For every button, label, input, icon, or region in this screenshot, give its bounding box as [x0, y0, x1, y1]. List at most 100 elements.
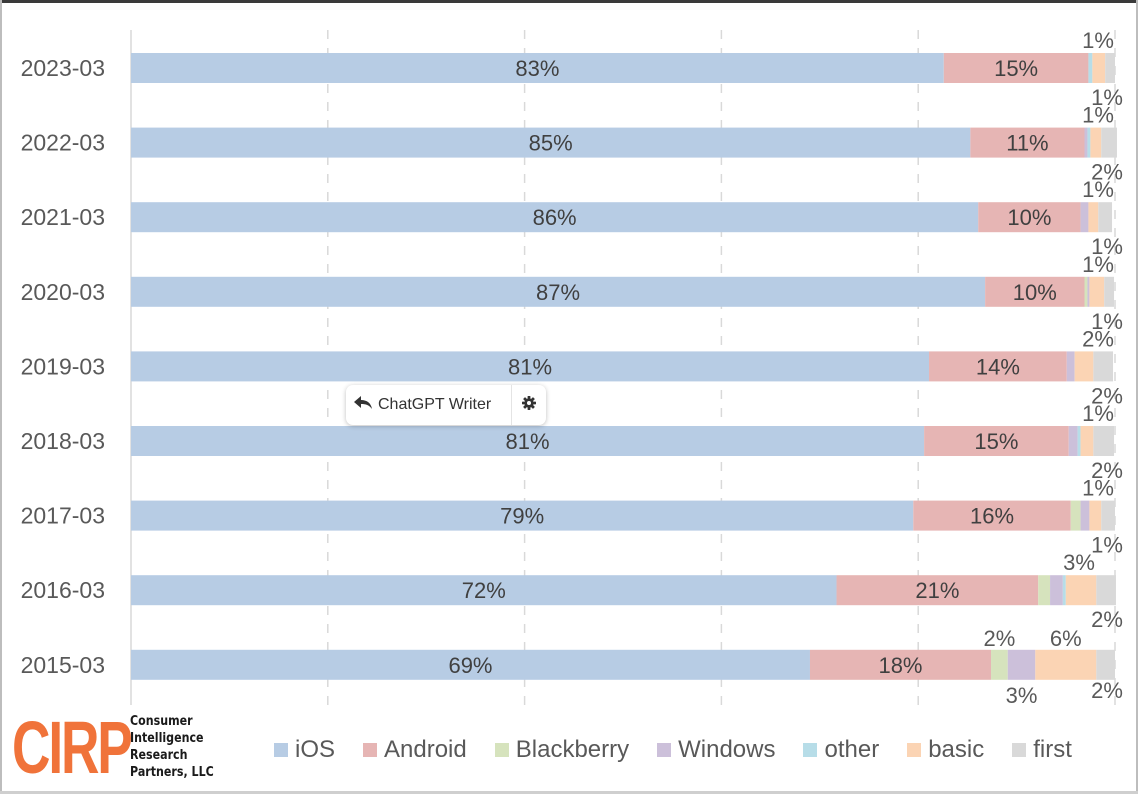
legend-label: basic	[928, 736, 985, 763]
data-label-ios: 85%	[529, 131, 573, 156]
bar-segment-first	[1096, 575, 1116, 606]
bar-segment-other	[1088, 53, 1093, 83]
bar-segment-basic	[1065, 575, 1097, 606]
chatgpt-writer-popup[interactable]: ChatGPT Writer	[346, 385, 546, 425]
bar-segment-first	[1105, 53, 1115, 83]
legend-item-blackberry: Blackberry	[494, 736, 630, 764]
data-label-above: 1%	[1082, 476, 1114, 501]
category-label: 2023-03	[21, 55, 105, 81]
legend-swatch	[494, 743, 509, 757]
bar-segment-first	[1098, 202, 1113, 233]
data-label-android: 10%	[1013, 280, 1057, 305]
data-label-android: 21%	[915, 578, 959, 603]
legend-item-basic: basic	[907, 736, 984, 764]
category-label: 2015-03	[21, 652, 105, 678]
bar-segment-windows	[1066, 351, 1075, 382]
bar-segment-windows	[1080, 202, 1089, 233]
bar-segment-blackberry	[1070, 500, 1081, 531]
data-label-android: 14%	[976, 354, 1020, 379]
legend-item-android: Android	[363, 736, 467, 764]
bar-segment-basic	[1089, 276, 1105, 307]
data-label-android: 18%	[878, 653, 922, 678]
bar-segment-basic	[1080, 426, 1094, 456]
legend-label: Blackberry	[515, 736, 630, 763]
legend-swatch	[274, 743, 288, 757]
legend-swatch	[907, 743, 922, 757]
data-label-above: 2%	[1082, 326, 1114, 351]
legend-label: iOS	[295, 736, 336, 763]
bar-segment-blackberry	[1038, 575, 1051, 606]
logo-line: Partners, LLC	[130, 764, 214, 780]
legend-label: Android	[384, 736, 467, 763]
category-labels: 2023-03 2022-03 2021-03 2020-03 2019-03 2018-…	[21, 55, 105, 678]
data-label-above: 1%	[1082, 401, 1114, 426]
category-label: 2019-03	[21, 353, 105, 379]
bar-segment-other	[1077, 426, 1081, 456]
data-label-ios: 81%	[506, 429, 550, 454]
data-label-above: 1%	[1082, 177, 1114, 202]
category-label: 2020-03	[21, 279, 105, 305]
settings-button[interactable]	[512, 385, 546, 425]
data-label-basic: 6%	[1050, 626, 1082, 651]
bar-segment-windows	[1068, 426, 1078, 456]
bar-segment-first	[1104, 276, 1115, 307]
data-label-ios: 81%	[508, 354, 552, 379]
category-label: 2018-03	[21, 428, 105, 454]
data-label-below: 1%	[1091, 533, 1123, 558]
data-label-above: 3%	[1063, 550, 1095, 575]
bar-segment-first	[1096, 649, 1115, 680]
stacked-bar-chart: 83% 15% 1% 1% 85% 11% 1% 2% 86% 10% 1% 1% 87% 10% 1% 1%…	[21, 28, 1123, 708]
category-label: 2021-03	[21, 204, 105, 230]
data-label-first: 2%	[1091, 678, 1123, 703]
legend-item-windows: Windows	[657, 736, 775, 764]
legend-label: first	[1033, 736, 1072, 763]
data-label-above: 1%	[1082, 103, 1114, 128]
data-label-ios: 87%	[536, 280, 580, 305]
legend-label: other	[824, 736, 880, 763]
data-label-android: 11%	[1006, 131, 1048, 156]
data-label-windows: 3%	[1006, 683, 1038, 708]
data-label-android: 15%	[974, 429, 1018, 454]
legend-item-first: first	[1012, 736, 1072, 764]
legend-label: Windows	[678, 736, 776, 763]
legend-item-other: other	[803, 736, 879, 764]
data-label-below: 2%	[1091, 607, 1123, 632]
logo-text: Consumer Intelligence Research Partners,…	[130, 713, 214, 781]
gear-icon	[522, 395, 536, 415]
bar-segment-basic	[1089, 500, 1102, 531]
bar-segment-blackberry	[1084, 276, 1088, 307]
bar-segment-basic	[1090, 127, 1102, 158]
bar-segment-first	[1101, 500, 1115, 531]
bar-segment-basic	[1088, 202, 1099, 233]
legend-swatch	[657, 743, 672, 757]
bar-segment-windows	[1084, 127, 1088, 158]
reply-icon	[354, 395, 372, 415]
data-label-above: 1%	[1082, 252, 1114, 277]
legend-item-ios: iOS	[274, 736, 335, 764]
chatgpt-writer-button[interactable]: ChatGPT Writer	[346, 385, 512, 425]
bar-segment-windows	[1080, 500, 1090, 531]
data-label-android: 10%	[1007, 205, 1051, 230]
bar-segment-first	[1093, 351, 1114, 382]
bar-segment-basic	[1092, 53, 1106, 83]
cirp-logo: CIRP Consumer Intelligence Research Part…	[12, 706, 242, 789]
bar-segment-basic	[1035, 649, 1097, 680]
legend-swatch	[1012, 743, 1027, 757]
legend-swatch	[363, 743, 378, 757]
bar-segment-first	[1101, 127, 1117, 158]
bars	[131, 53, 1117, 680]
category-label: 2016-03	[21, 577, 105, 603]
data-label-blackberry: 2%	[983, 626, 1015, 651]
category-label: 2022-03	[21, 130, 105, 156]
bar-segment-blackberry	[991, 649, 1008, 680]
bar-segment-basic	[1074, 351, 1094, 382]
bar-segment-first	[1093, 426, 1115, 456]
data-label-ios: 79%	[500, 504, 544, 529]
bar-segment-windows	[1050, 575, 1063, 606]
popup-label: ChatGPT Writer	[378, 396, 492, 413]
bar-segment-windows	[1007, 649, 1036, 680]
chart-legend: iOS Android Blackberry Windows other basic fir…	[274, 736, 1100, 764]
logo-mark: CIRP	[12, 706, 133, 789]
data-label-ios: 86%	[533, 205, 577, 230]
data-label-ios: 72%	[462, 578, 506, 603]
